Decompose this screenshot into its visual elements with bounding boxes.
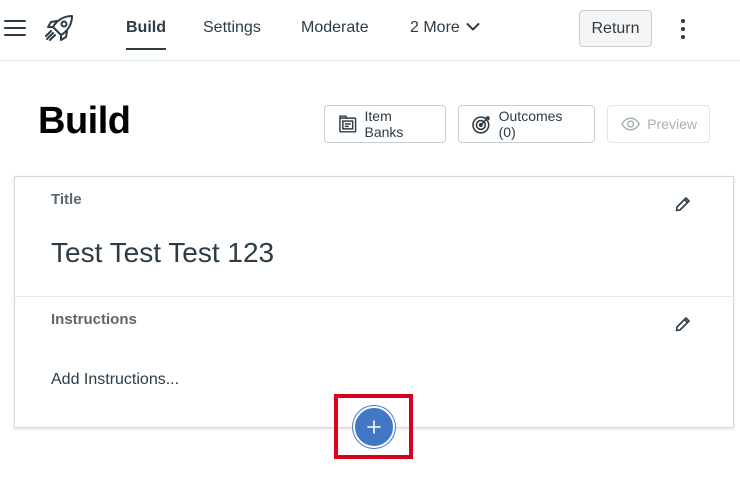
rocket-icon (42, 12, 76, 46)
kebab-icon[interactable] (678, 19, 688, 41)
plus-icon (367, 420, 381, 434)
preview-button[interactable]: Preview (607, 105, 710, 143)
add-instructions-link[interactable]: Add Instructions... (51, 371, 179, 389)
tab-build[interactable]: Build (126, 18, 166, 50)
add-question-button[interactable] (353, 406, 395, 448)
chevron-down-icon (466, 18, 480, 38)
page-title: Build (38, 100, 131, 142)
tab-more[interactable]: 2 More (410, 18, 480, 46)
hamburger-icon[interactable] (4, 20, 26, 38)
item-banks-button[interactable]: Item Banks (324, 105, 446, 143)
preview-label: Preview (647, 116, 697, 132)
top-navigation: Build Settings Moderate 2 More Return (0, 0, 740, 61)
quiz-title[interactable]: Test Test Test 123 (51, 237, 274, 269)
outcomes-label: Outcomes (0) (498, 108, 563, 140)
target-icon (472, 116, 490, 134)
title-label: Title (51, 191, 82, 208)
quiz-card: Title Test Test Test 123 Instructions Ad… (14, 176, 734, 428)
tab-settings[interactable]: Settings (203, 18, 261, 46)
divider (15, 296, 733, 297)
folder-icon (339, 115, 357, 133)
tab-more-label: 2 More (410, 19, 460, 37)
return-button[interactable]: Return (579, 10, 652, 47)
tab-moderate[interactable]: Moderate (301, 18, 369, 46)
eye-icon (621, 117, 641, 131)
instructions-label: Instructions (51, 311, 137, 328)
item-banks-label: Item Banks (364, 108, 404, 140)
edit-instructions-pencil-icon[interactable] (674, 315, 692, 333)
outcomes-button[interactable]: Outcomes (0) (458, 105, 595, 143)
edit-title-pencil-icon[interactable] (674, 195, 692, 213)
